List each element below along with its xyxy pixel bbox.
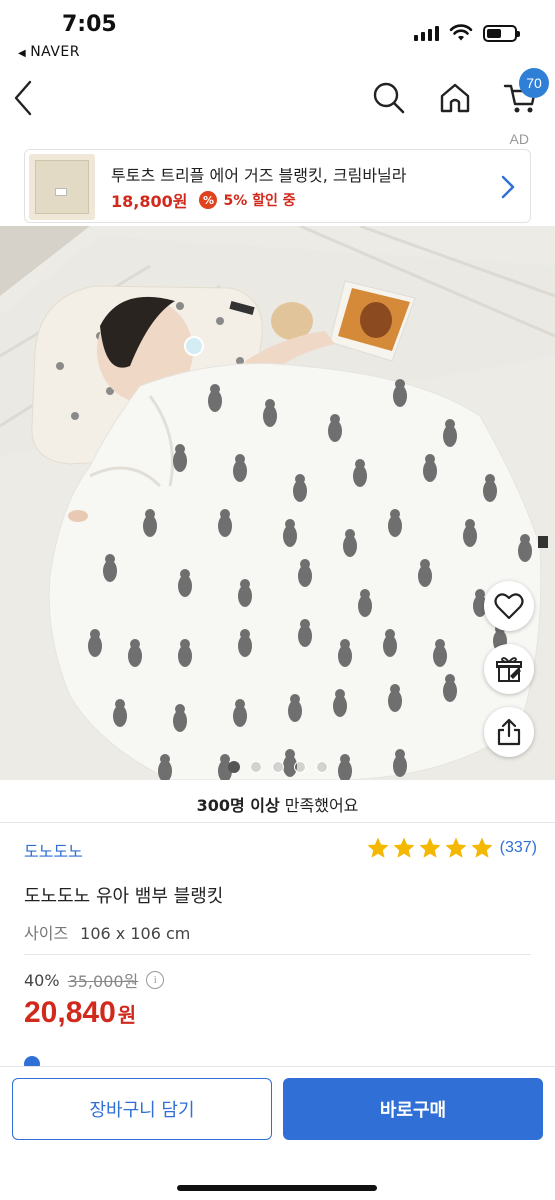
share-button[interactable] xyxy=(484,707,534,757)
star-icon xyxy=(393,837,415,858)
star-icon xyxy=(419,837,441,858)
size-value: 106 x 106 cm xyxy=(80,924,191,943)
cellular-signal-icon xyxy=(414,25,439,41)
ad-title: 투토츠 트리플 에어 거즈 블랭킷, 크림바닐라 xyxy=(111,166,407,185)
partially-hidden-row xyxy=(24,1056,384,1066)
buy-now-button[interactable]: 바로구매 xyxy=(283,1078,543,1140)
gift-button[interactable] xyxy=(484,644,534,694)
status-icons xyxy=(414,24,520,42)
sale-price-value: 20,840 xyxy=(24,996,116,1029)
ad-thumbnail xyxy=(29,154,95,220)
star-icon xyxy=(471,837,493,858)
divider xyxy=(24,954,531,955)
gallery-dot[interactable] xyxy=(315,761,328,773)
cart-count-badge: 70 xyxy=(519,68,549,98)
review-count[interactable]: (337) xyxy=(500,839,537,857)
ad-banner[interactable]: 투토츠 트리플 에어 거즈 블랭킷, 크림바닐라 18,800원 % 5% 할인… xyxy=(24,149,531,223)
status-time: 7:05 xyxy=(62,12,117,37)
cart-icon[interactable]: 70 xyxy=(501,68,549,118)
brand-link[interactable]: 도노도노 xyxy=(24,838,83,862)
back-chevron-icon[interactable] xyxy=(8,76,38,120)
discount-percent-icon: % xyxy=(199,191,218,209)
rating-stars[interactable]: (337) xyxy=(366,836,537,860)
gallery-dot[interactable] xyxy=(271,761,284,773)
info-icon[interactable]: i xyxy=(146,971,165,989)
sale-price-currency: 원 xyxy=(117,1003,137,1027)
original-price: 35,000원 xyxy=(67,972,139,991)
add-to-cart-button[interactable]: 장바구니 담기 xyxy=(12,1078,272,1140)
search-icon[interactable] xyxy=(369,78,409,118)
satisfaction-label: 만족했어요 xyxy=(279,796,359,815)
gallery-dot[interactable] xyxy=(249,761,262,773)
gift-icon xyxy=(496,657,522,682)
ad-discount: 5% 할인 중 xyxy=(223,193,296,209)
gallery-dot[interactable] xyxy=(293,761,306,773)
home-icon[interactable] xyxy=(435,78,475,118)
nav-bar: 70 xyxy=(0,68,555,130)
home-indicator xyxy=(177,1185,377,1191)
gallery-pagination xyxy=(0,761,555,773)
divider xyxy=(0,822,555,823)
coupon-icon xyxy=(24,1056,40,1066)
sale-price: 20,840 원 xyxy=(24,996,136,1030)
share-icon xyxy=(497,718,521,746)
ad-price: 18,800원 xyxy=(111,192,188,211)
back-to-app-link[interactable]: ◀ NAVER xyxy=(18,44,80,60)
size-label: 사이즈 xyxy=(24,924,69,943)
discount-rate: 40% xyxy=(24,970,60,990)
back-triangle-icon: ◀ xyxy=(18,48,27,59)
product-image[interactable] xyxy=(0,226,555,780)
price-meta: 40% 35,000원 i xyxy=(24,968,165,992)
gallery-dot[interactable] xyxy=(227,761,240,773)
bottom-action-bar: 장바구니 담기 바로구매 xyxy=(0,1066,555,1200)
star-icon xyxy=(445,837,467,858)
product-size: 사이즈 106 x 106 cm xyxy=(24,920,190,944)
battery-icon xyxy=(483,24,520,42)
satisfaction-count: 300명 이상 xyxy=(196,796,280,815)
heart-icon xyxy=(494,593,524,620)
status-bar: 7:05 ◀ NAVER xyxy=(0,0,555,68)
chevron-right-icon xyxy=(500,174,516,204)
star-icon xyxy=(367,837,389,858)
back-app-label: NAVER xyxy=(30,44,81,60)
ad-label: AD xyxy=(509,131,529,147)
satisfaction-text: 300명 이상 만족했어요 xyxy=(0,792,555,816)
wifi-icon xyxy=(449,24,473,41)
wishlist-heart-button[interactable] xyxy=(484,581,534,631)
product-name: 도노도노 유아 뱀부 블랭킷 xyxy=(24,886,224,907)
baby-blanket-photo xyxy=(0,226,555,780)
